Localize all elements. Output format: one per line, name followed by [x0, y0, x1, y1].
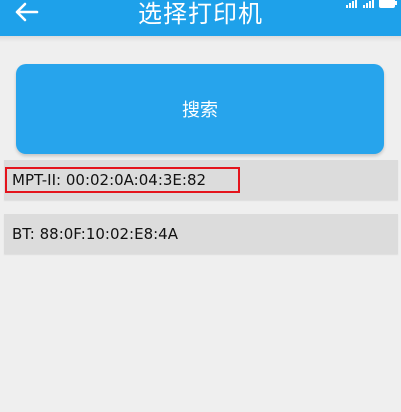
battery-icon: [379, 0, 397, 8]
page-title: 选择打印机: [138, 0, 263, 28]
signal-icon: [363, 0, 374, 8]
app-bar: 选择打印机: [0, 0, 401, 36]
device-item-bt[interactable]: BT: 88:0F:10:02:E8:4A: [4, 214, 398, 254]
device-label: BT: 88:0F:10:02:E8:4A: [12, 225, 178, 243]
device-label: MPT-II: 00:02:0A:04:3E:82: [12, 171, 207, 189]
device-item-mpt-ii[interactable]: MPT-II: 00:02:0A:04:3E:82: [4, 160, 398, 200]
app-bar-shadow: [0, 36, 401, 42]
signal-icon: [346, 0, 357, 8]
printer-select-screen: 选择打印机 搜索 MPT-II: 00:02:0A:04:3E:82 BT: 8…: [0, 0, 401, 412]
search-button[interactable]: 搜索: [16, 64, 384, 154]
status-bar-icons: [345, 0, 397, 8]
device-list: MPT-II: 00:02:0A:04:3E:82 BT: 88:0F:10:0…: [4, 160, 398, 254]
